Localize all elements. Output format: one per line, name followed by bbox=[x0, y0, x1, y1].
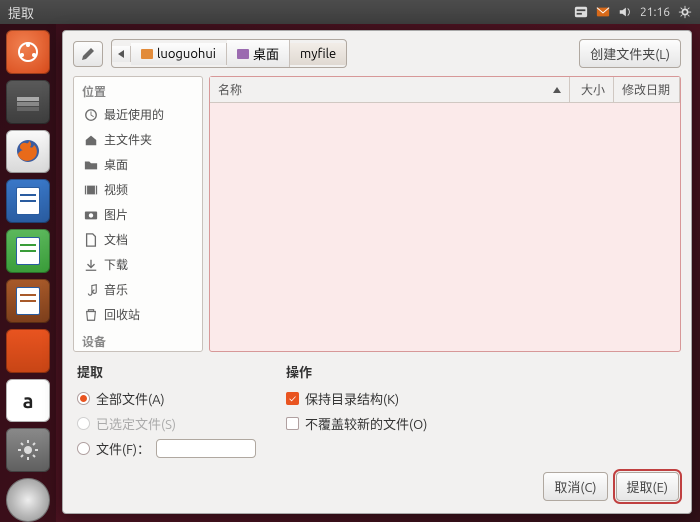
sidebar-item-label: 最近使用的 bbox=[104, 106, 164, 123]
document-icon bbox=[84, 233, 98, 247]
mail-indicator-icon[interactable] bbox=[596, 5, 610, 19]
sidebar-item-videos[interactable]: 视频 bbox=[74, 177, 202, 202]
sidebar-item-label: 主文件夹 bbox=[104, 131, 152, 148]
options-area: 提取 全部文件(A) 已选定文件(S) 文件(F)： 操作 保持目录结构(K) … bbox=[63, 358, 691, 462]
sidebar-item-label: 文档 bbox=[104, 231, 128, 248]
download-icon bbox=[84, 258, 98, 272]
gear-icon[interactable] bbox=[678, 5, 692, 19]
sidebar-item-recent[interactable]: 最近使用的 bbox=[74, 102, 202, 127]
sidebar-item-music[interactable]: 音乐 bbox=[74, 277, 202, 302]
file-chooser: 位置 最近使用的 主文件夹 桌面 视频 图片 文档 下载 音乐 回收站 设备 V… bbox=[63, 76, 691, 358]
clock[interactable]: 21:16 bbox=[640, 6, 670, 19]
check-keep-dir[interactable]: 保持目录结构(K) bbox=[286, 389, 427, 408]
launcher-impress-icon[interactable] bbox=[6, 279, 50, 323]
window-title: 提取 bbox=[8, 3, 34, 22]
launcher-amazon-icon[interactable]: a bbox=[6, 379, 50, 423]
launcher-firefox-icon[interactable] bbox=[6, 130, 50, 174]
dialog-actions: 取消(C) 提取(E) bbox=[63, 462, 691, 513]
folder-icon bbox=[237, 49, 249, 59]
devices-header: 设备 bbox=[74, 327, 202, 352]
file-list-header: 名称 大小 修改日期 bbox=[210, 77, 680, 103]
breadcrumb-current[interactable]: myfile bbox=[290, 43, 346, 65]
unity-launcher: a bbox=[0, 24, 56, 522]
launcher-disc-icon[interactable] bbox=[6, 478, 50, 522]
sidebar-item-label: 下载 bbox=[104, 256, 128, 273]
radio-label: 全部文件(A) bbox=[96, 389, 165, 408]
home-icon bbox=[84, 133, 98, 147]
radio-icon bbox=[77, 417, 90, 430]
sidebar-item-label: 音乐 bbox=[104, 281, 128, 298]
sidebar-item-label: 图片 bbox=[104, 206, 128, 223]
launcher-settings-icon[interactable] bbox=[6, 428, 50, 472]
check-label: 不覆盖较新的文件(O) bbox=[305, 414, 427, 433]
file-list-body[interactable] bbox=[210, 103, 680, 351]
radio-selected-files: 已选定文件(S) bbox=[77, 414, 256, 433]
music-icon bbox=[84, 283, 98, 297]
edit-path-button[interactable] bbox=[73, 41, 103, 67]
desktop: a luoguohui 桌面 myfile 创建文件夹(L) 位置 最近使用的 bbox=[0, 24, 700, 522]
clock-icon bbox=[84, 108, 98, 122]
sidebar-item-label: 桌面 bbox=[104, 156, 128, 173]
launcher-software-icon[interactable] bbox=[6, 329, 50, 373]
sidebar-item-home[interactable]: 主文件夹 bbox=[74, 127, 202, 152]
checkbox-icon bbox=[286, 392, 299, 405]
breadcrumb-desktop[interactable]: 桌面 bbox=[227, 40, 290, 67]
cancel-button[interactable]: 取消(C) bbox=[543, 472, 607, 501]
radio-label: 文件(F)： bbox=[96, 439, 150, 458]
trash-icon bbox=[84, 308, 98, 322]
folder-icon bbox=[141, 49, 153, 59]
places-sidebar: 位置 最近使用的 主文件夹 桌面 视频 图片 文档 下载 音乐 回收站 设备 V… bbox=[73, 76, 203, 352]
action-options-header: 操作 bbox=[286, 362, 427, 381]
video-icon bbox=[84, 183, 98, 197]
sidebar-item-documents[interactable]: 文档 bbox=[74, 227, 202, 252]
launcher-writer-icon[interactable] bbox=[6, 179, 50, 223]
top-indicators: 21:16 bbox=[574, 5, 692, 19]
menubar: 提取 21:16 bbox=[0, 0, 700, 24]
breadcrumb-back[interactable] bbox=[112, 46, 131, 62]
sidebar-item-label: 视频 bbox=[104, 181, 128, 198]
launcher-files-icon[interactable] bbox=[6, 80, 50, 124]
radio-file-pattern[interactable]: 文件(F)： bbox=[77, 439, 256, 458]
dialog-toolbar: luoguohui 桌面 myfile 创建文件夹(L) bbox=[63, 31, 691, 76]
chevron-left-icon bbox=[118, 50, 124, 58]
checkbox-icon bbox=[286, 417, 299, 430]
language-indicator-icon[interactable] bbox=[574, 5, 588, 19]
col-date[interactable]: 修改日期 bbox=[614, 77, 680, 102]
check-no-overwrite[interactable]: 不覆盖较新的文件(O) bbox=[286, 414, 427, 433]
breadcrumb: luoguohui 桌面 myfile bbox=[111, 39, 347, 68]
pencil-icon bbox=[80, 46, 96, 62]
breadcrumb-desktop-label: 桌面 bbox=[253, 44, 279, 63]
volume-indicator-icon[interactable] bbox=[618, 5, 632, 19]
action-options: 操作 保持目录结构(K) 不覆盖较新的文件(O) bbox=[286, 362, 427, 458]
breadcrumb-home[interactable]: luoguohui bbox=[131, 43, 227, 65]
sidebar-item-downloads[interactable]: 下载 bbox=[74, 252, 202, 277]
extract-options-header: 提取 bbox=[77, 362, 256, 381]
launcher-calc-icon[interactable] bbox=[6, 229, 50, 273]
sidebar-item-trash[interactable]: 回收站 bbox=[74, 302, 202, 327]
radio-icon bbox=[77, 392, 90, 405]
extract-options: 提取 全部文件(A) 已选定文件(S) 文件(F)： bbox=[77, 362, 256, 458]
radio-all-files[interactable]: 全部文件(A) bbox=[77, 389, 256, 408]
extract-dialog: luoguohui 桌面 myfile 创建文件夹(L) 位置 最近使用的 主文… bbox=[62, 30, 692, 514]
col-name[interactable]: 名称 bbox=[210, 77, 570, 102]
camera-icon bbox=[84, 208, 98, 222]
radio-label: 已选定文件(S) bbox=[96, 414, 176, 433]
check-label: 保持目录结构(K) bbox=[305, 389, 399, 408]
radio-icon bbox=[77, 442, 90, 455]
sidebar-item-desktop[interactable]: 桌面 bbox=[74, 152, 202, 177]
file-pattern-input[interactable] bbox=[156, 439, 256, 458]
breadcrumb-home-label: luoguohui bbox=[157, 47, 216, 61]
folder-icon bbox=[84, 158, 98, 172]
file-list[interactable]: 名称 大小 修改日期 bbox=[209, 76, 681, 352]
extract-button[interactable]: 提取(E) bbox=[616, 472, 679, 501]
launcher-dash-icon[interactable] bbox=[6, 30, 50, 74]
col-name-label: 名称 bbox=[218, 81, 242, 98]
sidebar-item-label: 回收站 bbox=[104, 306, 140, 323]
places-header: 位置 bbox=[74, 77, 202, 102]
new-folder-button[interactable]: 创建文件夹(L) bbox=[579, 39, 681, 68]
breadcrumb-current-label: myfile bbox=[300, 47, 336, 61]
col-size[interactable]: 大小 bbox=[570, 77, 614, 102]
sidebar-item-pictures[interactable]: 图片 bbox=[74, 202, 202, 227]
sort-asc-icon bbox=[553, 87, 561, 93]
